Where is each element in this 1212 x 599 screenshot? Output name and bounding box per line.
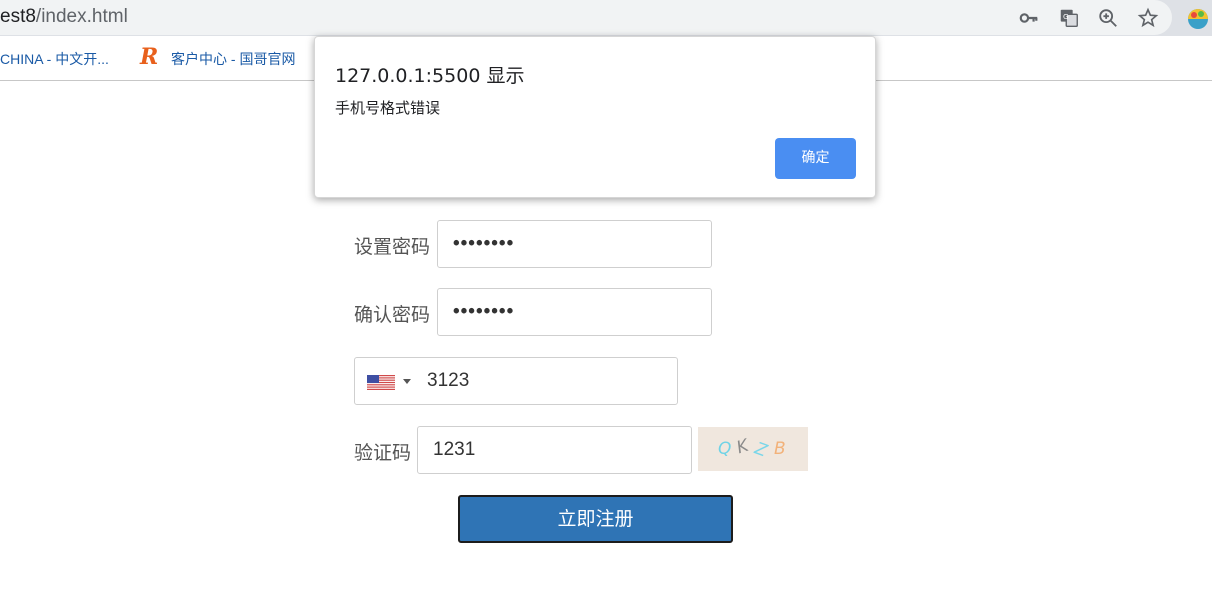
captcha-label: 验证码: [354, 442, 412, 464]
alert-dialog: 127.0.0.1:5500 显示 手机号格式错误 确定: [314, 36, 876, 198]
zoom-icon[interactable]: [1097, 7, 1119, 29]
phone-value: 3123: [427, 370, 470, 391]
register-button[interactable]: 立即注册: [458, 495, 733, 543]
captcha-char: K: [734, 435, 751, 459]
captcha-char: B: [774, 439, 786, 459]
translate-icon[interactable]: G: [1058, 7, 1080, 29]
password-input[interactable]: ••••••••: [437, 220, 712, 268]
dialog-title: 127.0.0.1:5500 显示: [335, 65, 525, 87]
bookmark-customer-center[interactable]: 客户中心 - 国哥官网: [171, 49, 295, 69]
browser-toolbar: est8/index.html G: [0, 0, 1212, 36]
url-host: est8: [0, 6, 36, 27]
password-label: 设置密码: [354, 236, 431, 258]
svg-text:G: G: [1063, 12, 1069, 21]
phone-input[interactable]: 3123: [354, 357, 678, 405]
captcha-char: Q: [718, 439, 732, 459]
captcha-input[interactable]: 1231: [417, 426, 692, 474]
bookmark-china[interactable]: CHINA - 中文开...: [0, 49, 109, 69]
url-path: /index.html: [35, 6, 128, 27]
address-url[interactable]: est8/index.html: [0, 6, 128, 28]
bookmark-logo-icon: R: [140, 44, 159, 70]
dialog-ok-button[interactable]: 确定: [775, 138, 856, 179]
extension-icon[interactable]: [1186, 7, 1210, 31]
us-flag-icon[interactable]: [367, 375, 395, 390]
captcha-image[interactable]: Q K Z B: [698, 427, 808, 471]
captcha-char: Z: [751, 438, 770, 462]
key-icon[interactable]: [1018, 7, 1040, 29]
address-bar[interactable]: est8/index.html: [0, 0, 1172, 35]
country-dropdown-caret-icon[interactable]: [403, 379, 411, 384]
confirm-password-label: 确认密码: [354, 304, 431, 326]
bookmark-star-icon[interactable]: [1137, 7, 1159, 29]
dialog-message: 手机号格式错误: [335, 99, 441, 117]
confirm-password-input[interactable]: ••••••••: [437, 288, 712, 336]
